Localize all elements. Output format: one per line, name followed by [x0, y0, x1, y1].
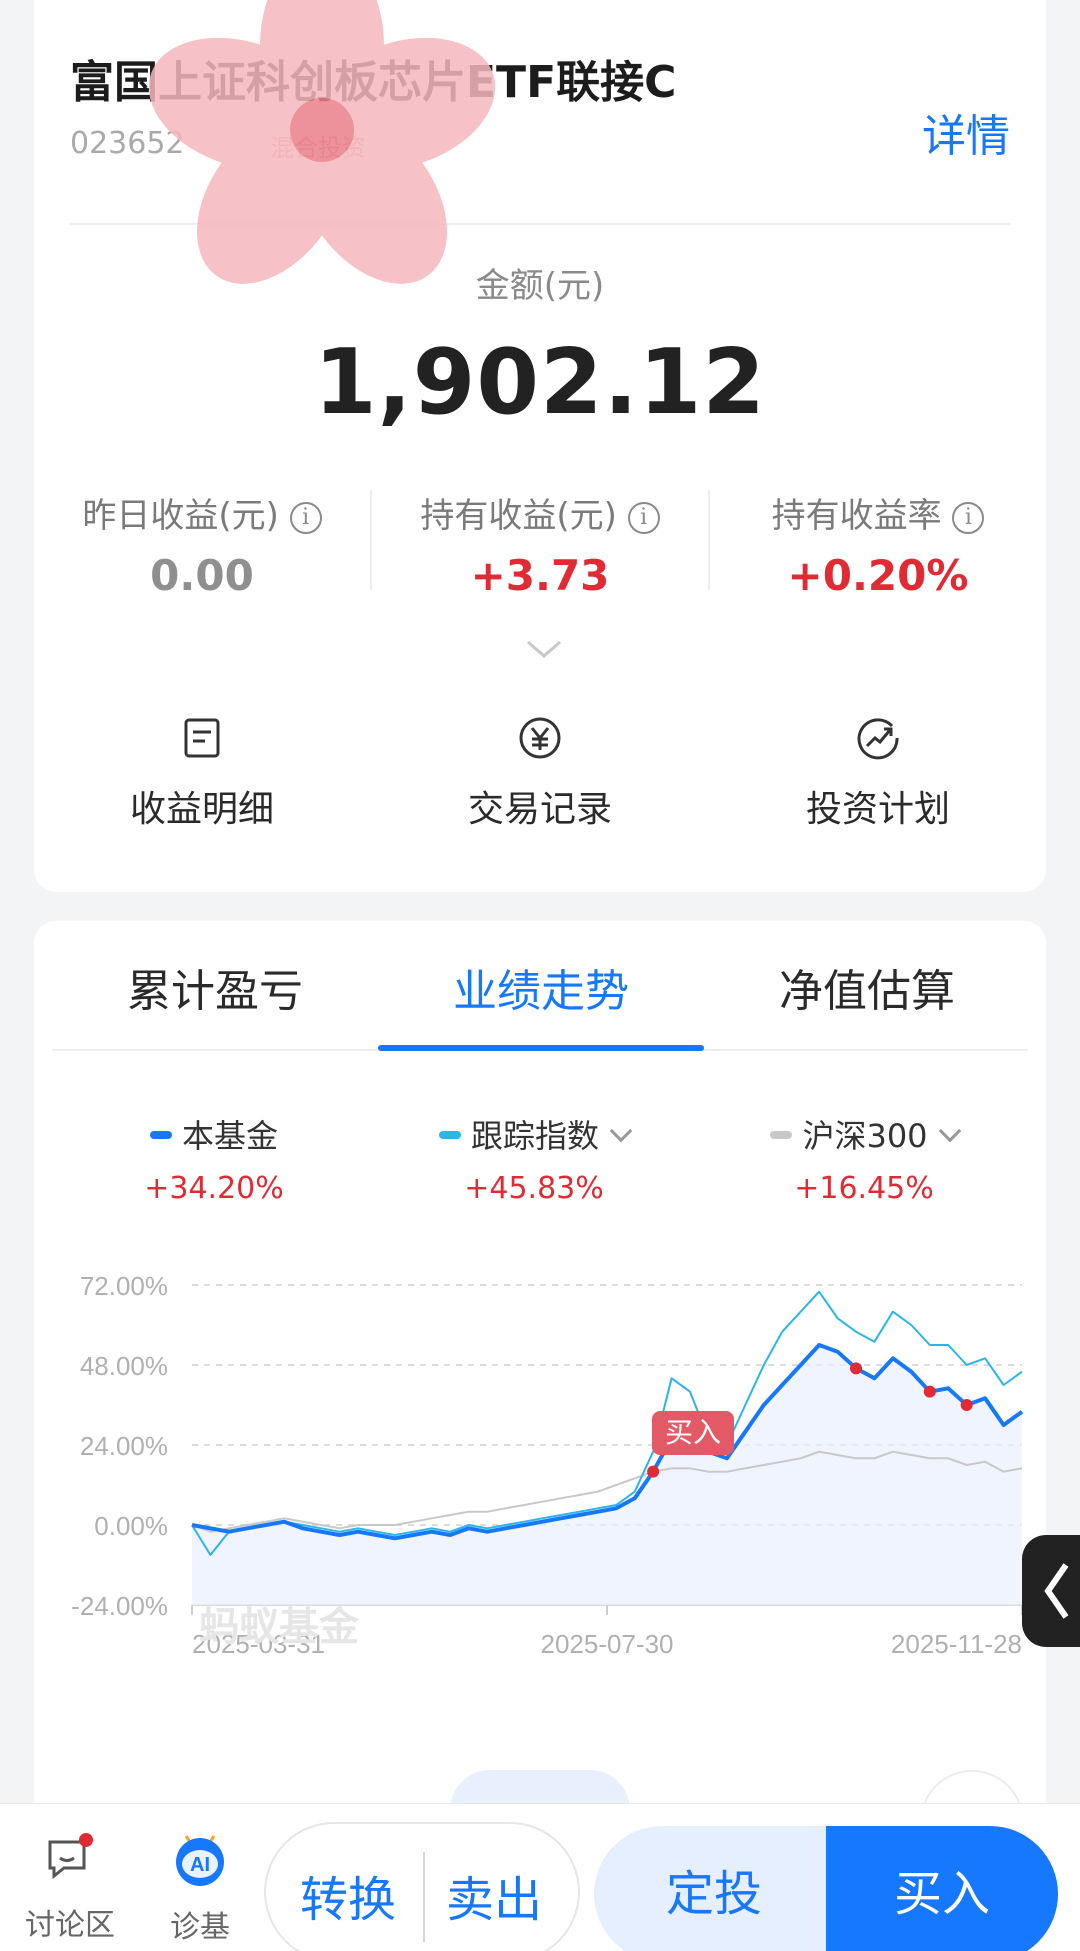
legend-name: 沪深300 — [802, 1117, 928, 1155]
fund-code: 023652 — [70, 126, 185, 161]
chevron-down-icon — [938, 1119, 961, 1143]
action-row: 收益明细 交易记录 投资计划 — [34, 716, 1046, 836]
bottom-action-bar: 讨论区 AI 诊基 转换 卖出 定投 买入 — [0, 1803, 1080, 1951]
fund-area-fill — [192, 1345, 1022, 1605]
y-tick-label: 72.00% — [80, 1271, 168, 1301]
tab-active-indicator — [378, 1045, 704, 1051]
fund-tag: 混合投资 — [270, 134, 366, 162]
stat-yesterday: 昨日收益(元) i 0.00 — [34, 488, 370, 600]
legend-tracking-index[interactable]: 跟踪指数 +45.83% — [384, 1111, 684, 1206]
action-label: 收益明细 — [129, 789, 274, 830]
action-trade-records[interactable]: 交易记录 — [372, 716, 708, 832]
stat-label: 持有收益率 — [771, 496, 942, 536]
ai-badge-text: AI — [190, 1854, 210, 1876]
y-tick-label: -24.00% — [71, 1591, 168, 1621]
action-label: 交易记录 — [467, 789, 612, 830]
info-icon[interactable]: i — [627, 502, 660, 534]
amount-label: 金额(元) — [475, 266, 605, 306]
tab-cumulative-pnl[interactable]: 累计盈亏 — [52, 955, 378, 1019]
stat-value: +0.20% — [787, 551, 969, 600]
auto-invest-button[interactable]: 定投 — [594, 1826, 834, 1951]
legend-fund[interactable]: 本基金 +34.20% — [64, 1111, 364, 1206]
legend-swatch — [438, 1131, 461, 1139]
chevron-left-icon — [1044, 1563, 1069, 1619]
diagnose-label: 诊基 — [170, 1910, 230, 1945]
sell-button[interactable]: 卖出 — [446, 1860, 542, 1930]
legend-pct: +34.20% — [144, 1171, 284, 1206]
diagnose-button[interactable]: AI 诊基 — [158, 1804, 242, 1946]
performance-card: 累计盈亏 业绩走势 净值估算 本基金 +34.20% 跟踪指数 +45.83% … — [34, 921, 1046, 1821]
x-tick-label: 2025-07-30 — [541, 1629, 674, 1659]
performance-chart[interactable]: 72.00%48.00%24.00%0.00%-24.00%2025-03-31… — [34, 1251, 1046, 1671]
legend-pct: +45.83% — [464, 1171, 604, 1206]
trend-circle-icon — [857, 718, 899, 760]
divider — [423, 1852, 425, 1942]
stat-holding-gain: 持有收益(元) i +3.73 — [372, 488, 708, 600]
detail-link[interactable]: 详情 — [922, 100, 1010, 164]
fund-title: 富国上证科创板芯片ETF联接C — [70, 57, 677, 108]
x-tick-label: 2025-11-28 — [891, 1629, 1022, 1659]
legend-name: 本基金 — [181, 1117, 278, 1155]
stat-label: 持有收益(元) — [420, 496, 617, 536]
legend-csi300[interactable]: 沪深300 +16.45% — [714, 1111, 1014, 1206]
stat-label: 昨日收益(元) — [82, 496, 279, 536]
switch-sell-group: 转换 卖出 — [264, 1822, 580, 1951]
buy-marker — [850, 1362, 862, 1375]
stats-row: 昨日收益(元) i 0.00 持有收益(元) i +3.73 持有收益率 i +… — [34, 488, 1046, 608]
holding-card: 富国上证科创板芯片ETF联接C 023652 混合投资 详情 金额(元) 1,9… — [34, 0, 1046, 892]
legend-name: 跟踪指数 — [470, 1117, 599, 1155]
y-tick-label: 0.00% — [94, 1511, 168, 1541]
chevron-down-icon — [609, 1119, 633, 1143]
side-drawer-handle[interactable] — [1022, 1535, 1080, 1647]
action-invest-plan[interactable]: 投资计划 — [710, 716, 1046, 832]
ai-robot-icon: AI — [176, 1835, 224, 1886]
legend-swatch — [770, 1131, 793, 1139]
stat-value: +3.73 — [470, 551, 610, 600]
amount-value: 1,902.12 — [313, 330, 767, 435]
y-tick-label: 48.00% — [80, 1351, 168, 1381]
buy-marker — [647, 1465, 660, 1478]
buy-marker — [960, 1399, 973, 1411]
chat-bubble-icon — [48, 1833, 93, 1880]
legend-pct: +16.45% — [794, 1171, 934, 1206]
legend-swatch — [149, 1131, 172, 1139]
discussion-label: 讨论区 — [25, 1908, 115, 1943]
tab-performance-trend[interactable]: 业绩走势 — [378, 955, 704, 1019]
buy-button[interactable]: 买入 — [826, 1826, 1058, 1951]
y-tick-label: 24.00% — [80, 1431, 168, 1461]
switch-button[interactable]: 转换 — [300, 1860, 396, 1930]
tab-bar: 累计盈亏 业绩走势 净值估算 — [52, 921, 1028, 1051]
action-label: 投资计划 — [805, 789, 950, 830]
buy-marker — [923, 1385, 936, 1398]
info-icon[interactable]: i — [952, 502, 985, 534]
yuan-circle-icon — [519, 717, 561, 759]
divider — [70, 223, 1010, 225]
discussion-button[interactable]: 讨论区 — [24, 1804, 116, 1944]
tab-nav-estimate[interactable]: 净值估算 — [704, 955, 1030, 1019]
stat-holding-rate: 持有收益率 i +0.20% — [710, 488, 1046, 600]
chevron-down-icon[interactable] — [524, 630, 564, 670]
document-icon — [184, 718, 220, 758]
stat-value: 0.00 — [150, 551, 254, 600]
watermark: 蚂蚁基金 — [199, 1604, 359, 1650]
action-earnings-detail[interactable]: 收益明细 — [34, 716, 370, 832]
buy-marker-callout: 买入 — [652, 1411, 734, 1455]
info-icon[interactable]: i — [289, 502, 322, 534]
